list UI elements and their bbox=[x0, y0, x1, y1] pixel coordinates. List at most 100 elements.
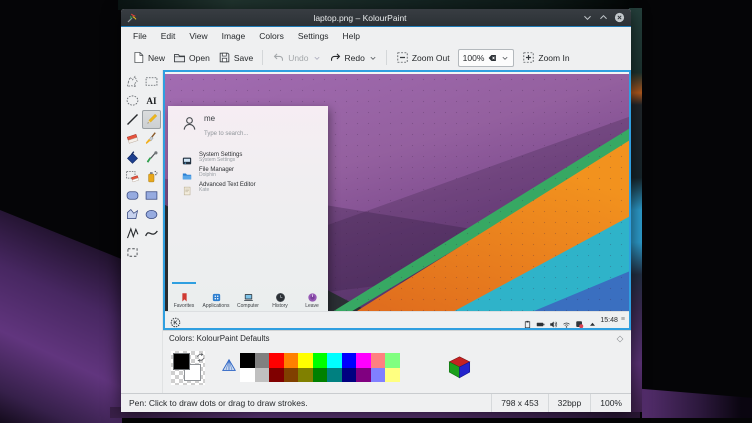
palette-swatch[interactable] bbox=[298, 368, 313, 383]
palette-swatch[interactable] bbox=[385, 368, 400, 383]
menubar: FileEditViewImageColorsSettingsHelp bbox=[121, 27, 631, 45]
menu-view[interactable]: View bbox=[182, 29, 214, 43]
tool-rounded-rectangle[interactable] bbox=[123, 186, 142, 205]
rgb-color-cube-icon[interactable] bbox=[447, 354, 472, 380]
zoom-combo-chevron-down-icon[interactable] bbox=[501, 54, 509, 62]
tool-flood-fill[interactable] bbox=[123, 148, 142, 167]
foreground-background-swatch[interactable] bbox=[171, 351, 205, 385]
caret-up-icon bbox=[588, 316, 597, 325]
palette-swatch[interactable] bbox=[356, 353, 371, 368]
tool-pen[interactable] bbox=[142, 110, 161, 129]
menu-colors[interactable]: Colors bbox=[252, 29, 291, 43]
status-color-depth: 32bpp bbox=[548, 394, 591, 412]
user-avatar-icon bbox=[181, 115, 198, 132]
minimize-button[interactable] bbox=[581, 11, 594, 24]
tool-ellipse[interactable] bbox=[142, 205, 161, 224]
menu-file[interactable]: File bbox=[126, 29, 154, 43]
save-button[interactable]: Save bbox=[214, 49, 257, 66]
redo-button-label: Redo bbox=[345, 53, 365, 63]
tool-spraycan[interactable] bbox=[142, 167, 161, 186]
tool-free-form-selection[interactable] bbox=[123, 72, 142, 91]
palette-swatch[interactable] bbox=[240, 353, 255, 368]
launcher-app-item: Advanced Text EditorKate bbox=[168, 180, 328, 195]
zoom-in-button[interactable]: Zoom In bbox=[518, 49, 573, 66]
colors-dock: Colors: KolourPaint Defaults bbox=[163, 330, 631, 393]
swap-colors-icon[interactable] bbox=[195, 350, 206, 361]
open-button[interactable]: Open bbox=[169, 49, 214, 66]
system-tray bbox=[523, 316, 597, 325]
launcher-user-name: me bbox=[204, 114, 215, 123]
menu-image[interactable]: Image bbox=[215, 29, 253, 43]
tool-brush[interactable] bbox=[142, 129, 161, 148]
svg-text:AI: AI bbox=[146, 96, 157, 106]
zoom-out-button[interactable]: Zoom Out bbox=[392, 49, 454, 66]
status-bar: Pen: Click to draw dots or drag to draw … bbox=[121, 393, 631, 412]
battery-icon bbox=[536, 316, 545, 325]
titlebar[interactable]: laptop.png – KolourPaint bbox=[121, 9, 631, 27]
new-button[interactable]: New bbox=[128, 49, 169, 66]
status-image-dimensions: 798 x 453 bbox=[491, 394, 547, 412]
tool-color-picker[interactable] bbox=[142, 148, 161, 167]
palette-swatch[interactable] bbox=[371, 353, 386, 368]
palette-swatch[interactable] bbox=[284, 353, 299, 368]
tool-curve[interactable] bbox=[142, 224, 161, 243]
tool-rectangular-selection[interactable] bbox=[142, 72, 161, 91]
app-text-editor-icon bbox=[182, 183, 192, 193]
redo-button[interactable]: Redo bbox=[325, 49, 381, 66]
tool-connected-lines[interactable] bbox=[123, 224, 142, 243]
zoom-level-combobox[interactable]: 100% bbox=[458, 49, 515, 67]
palette-swatch[interactable] bbox=[313, 353, 328, 368]
palette-swatch[interactable] bbox=[371, 368, 386, 383]
palette-swatch[interactable] bbox=[342, 368, 357, 383]
palette-swatch[interactable] bbox=[255, 353, 270, 368]
palette-swatch[interactable] bbox=[313, 368, 328, 383]
updates-icon bbox=[575, 316, 584, 325]
desktop-wallpaper-bottom-right bbox=[642, 365, 752, 418]
canvas-image[interactable]: me Type to search... System SettingsSyst… bbox=[165, 72, 629, 328]
canvas-scroll-view[interactable]: me Type to search... System SettingsSyst… bbox=[163, 70, 631, 330]
palette-swatch[interactable] bbox=[356, 368, 371, 383]
palette-swatch[interactable] bbox=[255, 368, 270, 383]
computer-icon bbox=[243, 290, 254, 301]
maximize-button[interactable] bbox=[597, 11, 610, 24]
close-button[interactable] bbox=[613, 11, 626, 24]
dock-float-icon[interactable] bbox=[615, 334, 625, 344]
palette-swatch[interactable] bbox=[327, 368, 342, 383]
tool-eraser[interactable] bbox=[123, 129, 142, 148]
tool-zoom[interactable] bbox=[123, 243, 142, 262]
tool-polygon[interactable] bbox=[123, 205, 142, 224]
tool-elliptical-selection[interactable] bbox=[123, 91, 142, 110]
palette-swatch[interactable] bbox=[385, 353, 400, 368]
palette-swatch[interactable] bbox=[269, 353, 284, 368]
redo-chevron-down-icon[interactable] bbox=[369, 54, 377, 62]
palette-swatch[interactable] bbox=[284, 368, 299, 383]
status-zoom-level: 100% bbox=[590, 394, 631, 412]
palette-swatch[interactable] bbox=[240, 368, 255, 383]
tool-color-eraser[interactable] bbox=[123, 167, 142, 186]
tool-line[interactable] bbox=[123, 110, 142, 129]
zoom-out-icon bbox=[396, 51, 409, 64]
menu-settings[interactable]: Settings bbox=[291, 29, 336, 43]
palette-swatch[interactable] bbox=[327, 353, 342, 368]
undo-chevron-down-icon[interactable] bbox=[313, 54, 321, 62]
launcher-app-text: File ManagerDolphin bbox=[199, 167, 234, 179]
launcher-tab-label: History bbox=[272, 303, 288, 309]
kolourpaint-window: laptop.png – KolourPaint FileEditViewIma… bbox=[121, 9, 631, 412]
menu-edit[interactable]: Edit bbox=[154, 29, 183, 43]
foreground-color-swatch[interactable] bbox=[173, 353, 190, 370]
launcher-tab-label: Leave bbox=[305, 303, 319, 309]
palette-swatch[interactable] bbox=[298, 353, 313, 368]
palette-swatch[interactable] bbox=[342, 353, 357, 368]
color-similarity-icon[interactable] bbox=[221, 358, 237, 374]
undo-button[interactable]: Undo bbox=[268, 49, 324, 66]
menu-help[interactable]: Help bbox=[336, 29, 367, 43]
tool-rectangle[interactable] bbox=[142, 186, 161, 205]
launcher-app-item: System SettingsSystem Settings bbox=[168, 150, 328, 165]
tool-text[interactable]: AI bbox=[142, 91, 161, 110]
status-message: Pen: Click to draw dots or drag to draw … bbox=[121, 398, 491, 408]
toolbar: New Open Save Undo Redo bbox=[121, 45, 631, 70]
launcher-app-sublabel: Dolphin bbox=[199, 173, 234, 178]
clear-input-icon[interactable] bbox=[487, 53, 497, 63]
palette-swatch[interactable] bbox=[269, 368, 284, 383]
history-icon bbox=[275, 290, 286, 301]
